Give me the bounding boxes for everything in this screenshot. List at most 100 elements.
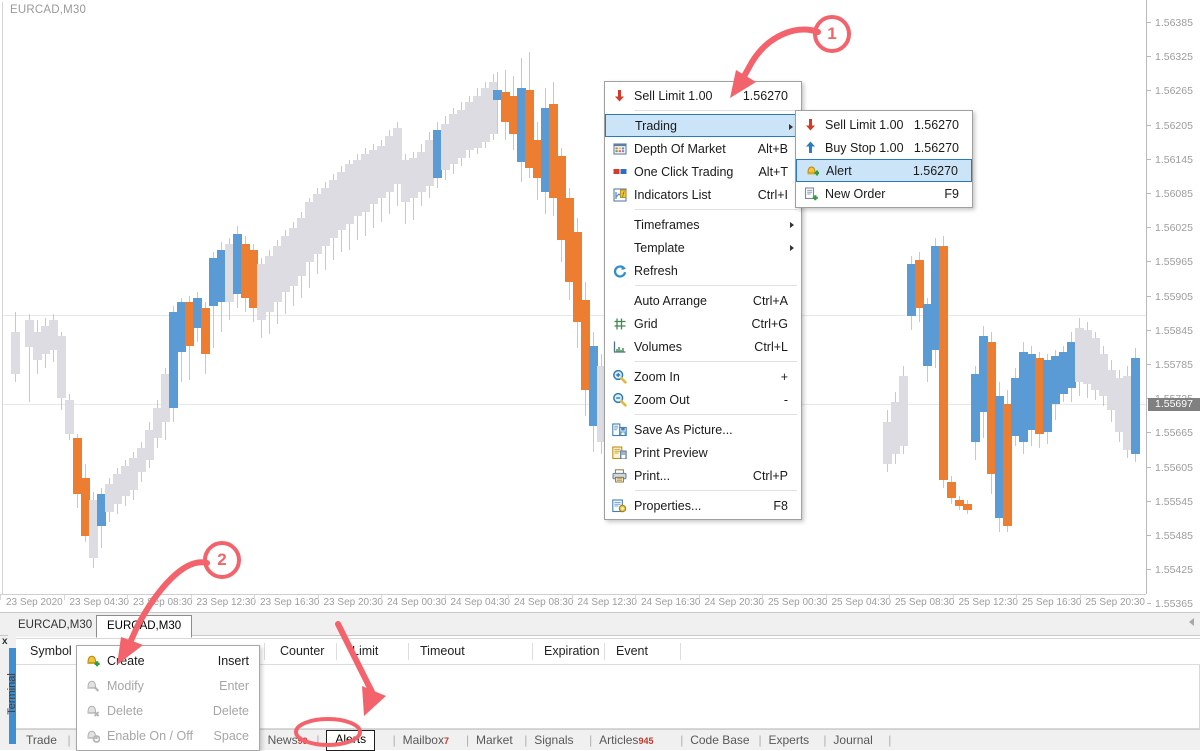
price-axis-label: 1.56025 [1155,222,1193,235]
chart-tab-bar[interactable]: EURCAD,M30 EURCAD,M30 [0,612,1200,638]
menu-item-template[interactable]: Template [605,236,801,259]
time-axis-label: 24 Sep 20:30 [704,597,765,608]
annotation-marker-2-label: 2 [217,550,227,569]
column-header-counter[interactable]: Counter [280,639,324,664]
menu-item-accelerator: Space [213,728,249,743]
column-divider[interactable] [408,643,409,660]
menu-item-zoom-in[interactable]: Zoom In + [605,365,801,388]
time-axis-tick [190,595,192,600]
chart-context-menu[interactable]: Sell Limit 1.00 1.56270 Trading Depth Of Ma… [604,81,802,520]
price-axis-label: 1.56385 [1155,17,1193,29]
volumes-icon [605,335,634,358]
column-header-timeout[interactable]: Timeout [420,639,465,664]
terminal-tab-mailbox[interactable]: Mailbox7 [403,731,449,750]
annotation-marker-2: 2 [200,538,244,582]
menu-item-save-as-picture[interactable]: Save As Picture... [605,418,801,441]
price-axis-tick: 1.56145 [1147,154,1200,166]
menu-item-buy-stop-1-00[interactable]: Buy Stop 1.00 1.56270 [796,136,972,159]
price-axis[interactable]: 1.56385 1.56325 1.56265 1.56205 1.56145 1.560… [1146,0,1200,610]
menu-item-one-click-trading[interactable]: One Click Trading Alt+T [605,160,801,183]
column-header-expiration[interactable]: Expiration [544,639,600,664]
menu-item-label: Alert [826,163,852,178]
trading-submenu[interactable]: Sell Limit 1.00 1.56270 Buy Stop 1.00 1.562… [795,110,973,208]
menu-item-volumes[interactable]: Volumes Ctrl+L [605,335,801,358]
column-header-symbol[interactable]: Symbol [30,639,72,664]
time-axis-label: 25 Sep 20:30 [1085,597,1146,608]
terminal-tab-signals[interactable]: Signals [534,731,573,750]
column-header-event[interactable]: Event [616,639,648,664]
time-axis-tick [508,595,509,600]
menu-item-label: Indicators List [634,187,712,202]
menu-item-properties[interactable]: Properties... F8 [605,494,801,517]
time-axis[interactable]: 23 Sep 2020 23 Sep 04:30 23 Sep 08:30 23 Se… [0,594,1146,612]
menu-item-label: Modify [107,678,144,693]
submenu-chevron-icon [790,222,794,228]
tab-scroll-right-icon[interactable] [1189,618,1194,626]
time-axis-label: 25 Sep 08:30 [895,597,955,608]
chart-area[interactable]: EURCAD,M30 1.56385 1.56325 1.56265 1.56205 1… [0,0,1200,612]
terminal-tab-label: Experts [768,733,810,747]
price-axis-label: 1.55665 [1155,427,1193,440]
terminal-tab-journal[interactable]: Journal [833,731,872,750]
price-axis-tick: 1.56025 [1147,222,1200,234]
menu-item-sell-limit-1-00[interactable]: Sell Limit 1.00 1.56270 [605,84,801,107]
terminal-tab-news[interactable]: News99 [268,731,308,750]
menu-item-accelerator: 1.56270 [913,140,959,155]
time-axis-label: 25 Sep 12:30 [958,597,1019,608]
menu-item-create[interactable]: Create Insert [77,648,259,673]
annotation-marker-1: 1 [810,12,854,56]
submenu-chevron-icon [790,245,794,251]
candle [1131,2,1140,594]
menu-item-refresh[interactable]: Refresh [605,259,801,282]
column-divider[interactable] [604,643,605,660]
price-axis-tick: 1.56205 [1147,120,1200,132]
menu-item-accelerator: Insert [217,653,249,668]
menu-item-print[interactable]: Print... Ctrl+P [605,464,801,487]
menu-item-zoom-out[interactable]: Zoom Out - [605,388,801,411]
column-divider[interactable] [264,643,265,660]
depth-of-market-icon [605,137,634,160]
menu-item-trading[interactable]: Trading [605,114,801,137]
terminal-tab-alerts[interactable]: Alerts [326,730,376,751]
menu-item-depth-of-market[interactable]: Depth Of Market Alt+B [605,137,801,160]
time-axis-tick [571,595,573,600]
menu-item-label: Sell Limit 1.00 [634,88,713,103]
time-axis-tick [1079,595,1081,600]
column-divider[interactable] [680,643,681,660]
menu-item-label: Buy Stop 1.00 [825,140,904,155]
column-header-limit[interactable]: Limit [352,639,378,664]
chart-tab[interactable]: EURCAD,M30 [96,615,193,638]
menu-separator [635,285,797,286]
time-axis-tick [635,595,636,600]
menu-item-grid[interactable]: Grid Ctrl+G [605,312,801,335]
terminal-tab-code-base[interactable]: Code Base [690,731,749,750]
menu-item-sell-limit-1-00[interactable]: Sell Limit 1.00 1.56270 [796,113,972,136]
terminal-close-icon[interactable]: x [2,637,8,647]
chart-plot[interactable] [2,2,1146,594]
menu-item-auto-arrange[interactable]: Auto Arrange Ctrl+A [605,289,801,312]
menu-item-alert[interactable]: Alert 1.56270 [796,159,972,182]
price-axis-tick: 1.55365 [1147,598,1200,610]
menu-item-new-order[interactable]: New Order F9 [796,182,972,205]
terminal-tab-label: Journal [833,733,873,747]
menu-item-print-preview[interactable]: Print Preview [605,441,801,464]
terminal-tab-articles[interactable]: Articles945 [599,731,653,750]
terminal-tab-market[interactable]: Market [476,731,513,750]
time-axis-label: 23 Sep 16:30 [260,597,320,608]
menu-item-label: Enable On / Off [107,728,193,743]
time-axis-label: 23 Sep 12:30 [196,597,257,608]
terminal-tab-experts[interactable]: Experts [769,731,810,750]
menu-item-label: Refresh [634,263,678,278]
menu-item-timeframes[interactable]: Timeframes [605,213,801,236]
terminal-tab-separator: | [316,733,320,747]
sell-arrow-icon [605,84,634,107]
menu-item-accelerator: 1.56270 [742,88,788,103]
menu-item-label: New Order [825,186,886,201]
chart-tab[interactable]: EURCAD,M30 [8,615,103,637]
alerts-context-menu[interactable]: Create Insert Modify Enter Delete Delete Enabl… [76,645,260,751]
menu-item-indicators-list[interactable]: f Indicators List Ctrl+I [605,183,801,206]
column-divider[interactable] [336,643,337,660]
column-divider[interactable] [532,643,533,660]
terminal-tab-trade[interactable]: Trade [26,731,57,750]
time-axis-tick [381,595,382,600]
